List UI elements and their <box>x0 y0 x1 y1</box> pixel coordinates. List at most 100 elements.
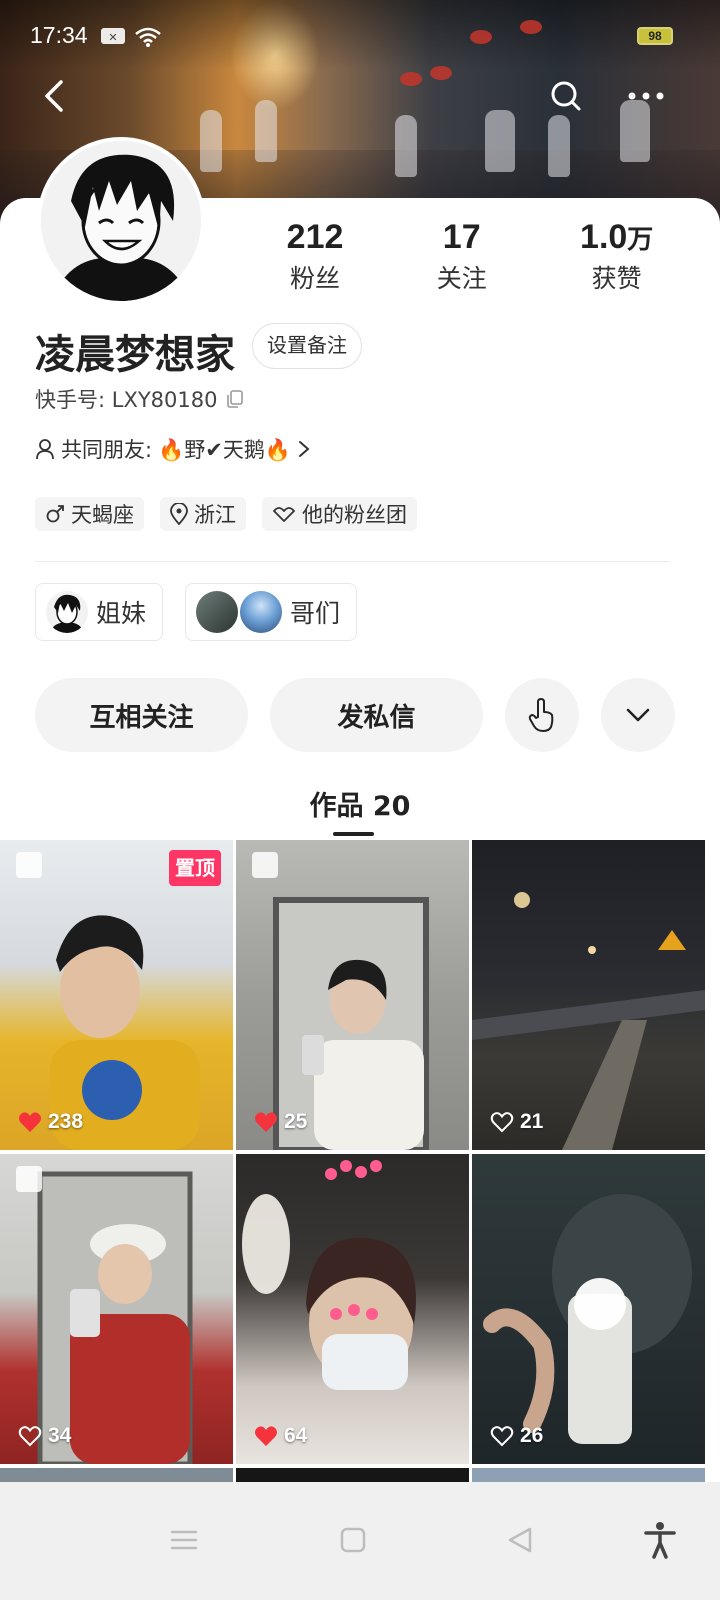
mutual-friends-label: 共同朋友: <box>61 438 153 462</box>
work-tile[interactable]: 26 <box>472 1154 705 1464</box>
likes-label: 获赞 <box>591 264 642 293</box>
work-likes: 238 <box>18 1110 83 1134</box>
group-brothers-label: 哥们 <box>290 599 341 628</box>
notification-icon: ✕ <box>100 26 126 46</box>
battery-icon: 98 <box>637 27 673 45</box>
work-likes-count: 25 <box>284 1110 308 1133</box>
group-brothers[interactable]: 哥们 <box>185 583 358 641</box>
fan-club-icon <box>273 507 295 522</box>
heart-filled-icon <box>19 1112 41 1132</box>
search-button[interactable] <box>544 74 588 118</box>
system-nav-bar <box>0 1482 720 1600</box>
chevron-right-icon <box>298 441 310 457</box>
heart-filled-icon <box>255 1426 277 1446</box>
kuaishou-id: 快手号: LXY80180 <box>35 384 245 414</box>
work-likes: 25 <box>254 1110 307 1134</box>
stat-followers[interactable]: 212 粉丝 <box>287 218 344 295</box>
male-icon <box>46 505 64 523</box>
work-tile[interactable]: 34 <box>0 1154 233 1464</box>
section-divider <box>35 561 670 562</box>
tab-works[interactable]: 作品 20 <box>0 784 720 823</box>
follow-back-button[interactable]: 互相关注 <box>35 678 248 752</box>
profile-name: 凌晨梦想家 <box>35 332 235 378</box>
tag-location-label: 浙江 <box>194 503 236 527</box>
menu-icon <box>170 1530 198 1550</box>
more-dots-icon <box>628 92 664 100</box>
followers-count: 212 <box>286 218 344 256</box>
kuaishou-id-text: 快手号: LXY80180 <box>35 388 218 412</box>
accessibility-button[interactable] <box>640 1520 680 1560</box>
home-square-icon <box>340 1527 366 1553</box>
more-actions-button[interactable] <box>601 678 675 752</box>
tag-zodiac: 天蝎座 <box>35 497 144 531</box>
stat-likes[interactable]: 1.0万 获赞 <box>580 218 653 295</box>
work-tile[interactable]: 64 <box>236 1154 469 1464</box>
tag-fan-club-label: 他的粉丝团 <box>302 503 407 527</box>
profile-stats: 212 粉丝 17 关注 1.0万 获赞 <box>240 218 700 295</box>
work-tile[interactable]: 21 <box>472 840 705 1150</box>
profile-actions: 互相关注 发私信 <box>35 678 675 752</box>
wifi-icon <box>134 26 161 47</box>
send-message-button[interactable]: 发私信 <box>270 678 483 752</box>
chevron-down-icon <box>626 708 650 722</box>
profile-avatar[interactable] <box>37 137 205 305</box>
friend-groups: 姐妹 哥们 <box>35 583 358 641</box>
group-avatar <box>196 591 239 633</box>
svg-text:✕: ✕ <box>108 31 117 44</box>
mutual-friends-names: 🔥野✔天鹅🔥 <box>158 438 291 462</box>
following-label: 关注 <box>436 264 487 293</box>
group-avatar <box>240 591 283 633</box>
mutual-friends[interactable]: 共同朋友: 🔥野✔天鹅🔥 <box>35 434 311 464</box>
image-post-icon <box>16 1166 42 1192</box>
accessibility-icon <box>644 1522 676 1559</box>
anime-avatar-image <box>41 141 201 301</box>
work-likes-count: 64 <box>284 1424 308 1447</box>
tag-zodiac-label: 天蝎座 <box>71 503 134 527</box>
likes-unit: 万 <box>627 224 654 254</box>
recents-button[interactable] <box>164 1520 204 1560</box>
work-likes-count: 238 <box>48 1110 84 1133</box>
work-likes-count: 34 <box>48 1424 72 1447</box>
tag-fan-club[interactable]: 他的粉丝团 <box>262 497 417 531</box>
work-likes: 21 <box>490 1110 543 1134</box>
location-icon <box>170 503 188 525</box>
back-button[interactable] <box>32 74 76 118</box>
copy-icon[interactable] <box>225 389 245 409</box>
search-icon <box>551 81 581 111</box>
work-likes-count: 26 <box>520 1424 544 1447</box>
tag-location: 浙江 <box>160 497 246 531</box>
chevron-left-icon <box>45 80 63 112</box>
heart-outline-icon <box>18 1426 42 1447</box>
pinned-badge: 置顶 <box>169 850 221 886</box>
heart-filled-icon <box>255 1112 277 1132</box>
hand-tap-icon <box>528 698 554 732</box>
group-sisters[interactable]: 姐妹 <box>35 583 164 641</box>
likes-count: 1.0 <box>580 218 628 256</box>
group-sisters-label: 姐妹 <box>96 599 147 628</box>
back-triangle-icon <box>508 1527 532 1553</box>
group-avatar <box>46 591 88 633</box>
image-post-icon <box>16 852 42 878</box>
work-tile[interactable]: 置顶 238 <box>0 840 233 1150</box>
work-likes: 64 <box>254 1424 307 1448</box>
heart-outline-icon <box>490 1426 514 1447</box>
stat-following[interactable]: 17 关注 <box>437 218 487 295</box>
set-remark-button[interactable]: 设置备注 <box>252 323 362 369</box>
system-back-button[interactable] <box>500 1520 540 1560</box>
following-count: 17 <box>442 218 481 256</box>
status-time: 17:34 <box>30 22 88 48</box>
work-likes: 26 <box>490 1424 543 1448</box>
heart-outline-icon <box>490 1112 514 1133</box>
followers-label: 粉丝 <box>290 264 341 293</box>
profile-tags: 天蝎座 浙江 他的粉丝团 <box>35 497 417 531</box>
work-likes: 34 <box>18 1424 71 1448</box>
work-tile[interactable]: 25 <box>236 840 469 1150</box>
person-icon <box>36 439 54 460</box>
home-button[interactable] <box>333 1520 373 1560</box>
image-post-icon <box>252 852 278 878</box>
status-bar: 17:34 ✕ 98 <box>0 18 720 54</box>
work-likes-count: 21 <box>520 1110 544 1133</box>
tab-active-indicator <box>333 832 374 836</box>
poke-button[interactable] <box>505 678 579 752</box>
more-options-button[interactable] <box>624 74 668 118</box>
